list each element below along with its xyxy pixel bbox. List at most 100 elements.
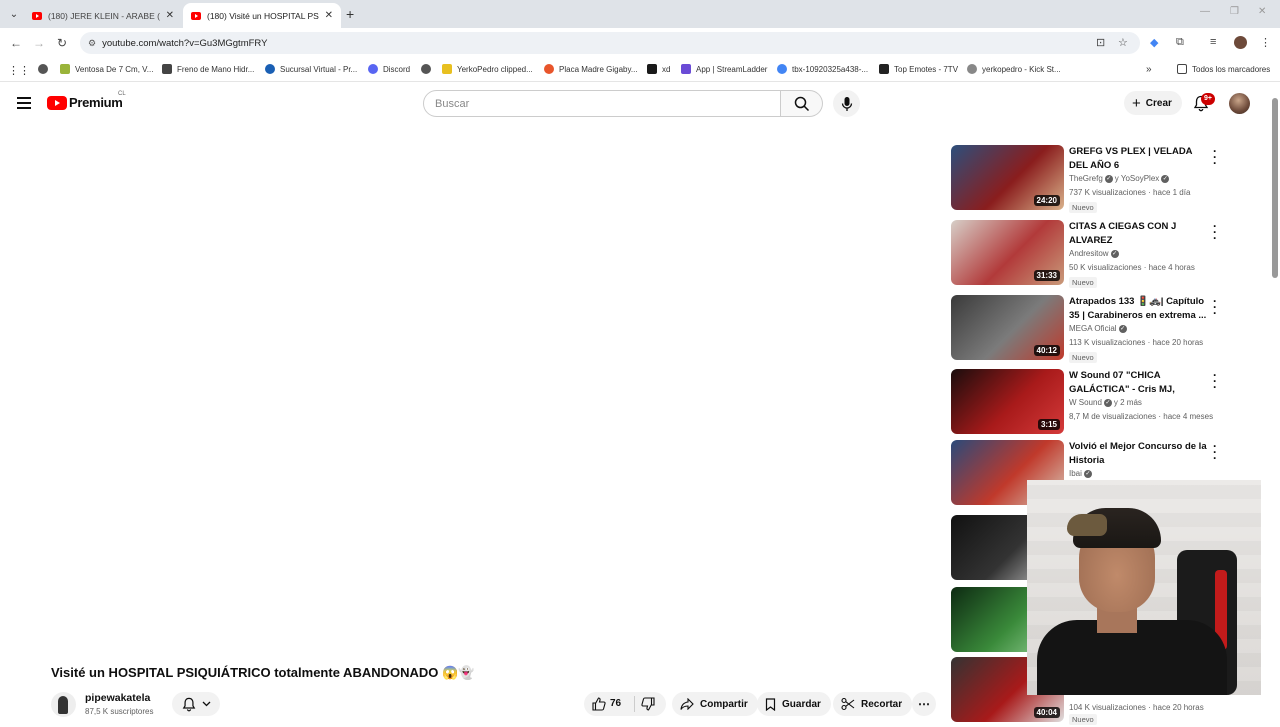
video-thumbnail[interactable]: 31:33	[951, 220, 1064, 285]
recommended-title[interactable]: Atrapados 133 🚦🚓| Capítulo 35 | Carabine…	[1069, 295, 1209, 323]
youtube-premium-logo[interactable]: Premium CL	[47, 91, 126, 110]
recommended-channel[interactable]: Andresitow ✓	[1069, 249, 1121, 258]
bookmark-item[interactable]: Ventosa De 7 Cm, V...	[60, 64, 153, 74]
recommended-title[interactable]: W Sound 07 "CHICA GALÁCTICA" - Cris MJ, …	[1069, 369, 1209, 397]
bookmark-favicon-icon	[265, 64, 275, 74]
more-options-icon[interactable]: · · ·	[1210, 145, 1220, 169]
recommended-title[interactable]: CITAS A CIEGAS CON J ALVAREZ	[1069, 220, 1209, 248]
notifications-subscription-button[interactable]	[172, 692, 220, 716]
recommended-channel[interactable]: W Sound ✓ y 2 más	[1069, 398, 1142, 407]
more-options-icon[interactable]: · · ·	[1210, 220, 1220, 244]
save-button[interactable]: Guardar	[757, 692, 831, 716]
browser-tab-1[interactable]: (180) JERE KLEIN - ARABE (VISU ✕	[24, 3, 182, 28]
restore-button[interactable]: ❐	[1230, 6, 1239, 17]
recommended-video[interactable]: 3:15 W Sound 07 "CHICA GALÁCTICA" - Cris …	[951, 369, 1251, 439]
account-avatar[interactable]	[1229, 93, 1250, 114]
all-bookmarks-folder[interactable]: Todos los marcadores	[1177, 64, 1270, 74]
bookmark-item[interactable]: yerkopedro - Kick St...	[967, 64, 1061, 74]
menu-icon[interactable]: ⋮	[1260, 36, 1271, 49]
close-window-button[interactable]: ✕	[1258, 6, 1266, 17]
browser-tab-2[interactable]: (180) Visité un HOSPITAL PSIQU ✕	[183, 3, 341, 28]
view-count-and-age: 737 K visualizaciones · hace 1 día	[1069, 188, 1191, 197]
youtube-favicon-icon	[191, 11, 201, 20]
bookmark-item[interactable]: Placa Madre Gigaby...	[544, 64, 638, 74]
video-thumbnail[interactable]: 24:20	[951, 145, 1064, 210]
recommended-channel[interactable]: TheGrefg ✓ y YoSoyPlex ✓	[1069, 174, 1171, 183]
search-button[interactable]	[781, 90, 823, 117]
more-options-icon[interactable]: · · ·	[1210, 440, 1220, 464]
bookmark-label: Placa Madre Gigaby...	[559, 64, 638, 74]
youtube-favicon-icon	[32, 11, 42, 20]
clip-button[interactable]: Recortar	[833, 692, 913, 716]
recommended-channel[interactable]: Ibai ✓	[1069, 469, 1094, 478]
more-actions-button[interactable]: ⋯	[912, 692, 936, 716]
media-icon[interactable]: ≡	[1210, 36, 1216, 48]
tab-label: (180) JERE KLEIN - ARABE (VISU	[48, 10, 160, 21]
channel-avatar[interactable]	[51, 692, 76, 717]
recommended-video[interactable]: 31:33 CITAS A CIEGAS CON J ALVAREZ · · · Andr…	[951, 220, 1251, 290]
like-thumb-icon[interactable]	[592, 697, 606, 711]
bookmark-item[interactable]: Top Emotes - 7TV	[879, 64, 958, 74]
more-options-icon[interactable]: · · ·	[1210, 295, 1220, 319]
streamer-hair-highlight	[1067, 514, 1107, 536]
webcam-overlay	[1027, 480, 1261, 695]
bookmark-item[interactable]: App | StreamLadder	[681, 64, 767, 74]
apps-icon[interactable]: ⋮⋮	[8, 64, 30, 77]
profile-avatar[interactable]	[1234, 36, 1247, 49]
close-tab-icon[interactable]: ✕	[166, 10, 174, 21]
back-icon[interactable]: ←	[10, 36, 22, 50]
menu-hamburger-icon[interactable]	[17, 97, 31, 112]
bookmark-item[interactable]: Sucursal Virtual - Pr...	[265, 64, 357, 74]
duration-badge: 40:04	[1033, 707, 1060, 718]
bookmark-star-icon[interactable]: ☆	[1118, 36, 1128, 49]
install-app-icon[interactable]: ⊡	[1096, 36, 1105, 49]
recommended-channel[interactable]: MEGA Oficial ✓	[1069, 324, 1129, 333]
view-count-and-age: 113 K visualizaciones · hace 20 horas	[1069, 338, 1204, 347]
video-thumbnail[interactable]: 40:12	[951, 295, 1064, 360]
bookmark-item[interactable]: YerkoPedro clipped...	[442, 64, 533, 74]
bookmark-item[interactable]	[38, 64, 53, 74]
bookmark-item[interactable]	[421, 64, 436, 74]
bell-icon	[182, 697, 195, 711]
site-settings-icon[interactable]: ⚙	[88, 38, 96, 49]
more-bookmarks-icon[interactable]: »	[1146, 64, 1152, 75]
search-icon	[794, 96, 809, 111]
channel-collab: y 2 más	[1113, 398, 1142, 407]
channel-name[interactable]: pipewakatela	[85, 692, 150, 704]
bookmark-item[interactable]: xd	[647, 64, 670, 74]
tab-label: (180) Visité un HOSPITAL PSIQU	[207, 10, 319, 21]
clip-label: Recortar	[861, 698, 903, 710]
recommended-video[interactable]: 40:12 Atrapados 133 🚦🚓| Capítulo 35 | Car…	[951, 295, 1251, 365]
duration-badge: 40:12	[1033, 345, 1060, 356]
tab-search-icon[interactable]: ⌄	[4, 4, 24, 24]
new-tab-button[interactable]: +	[346, 6, 354, 22]
recommended-title[interactable]: GREFG VS PLEX | VELADA DEL AÑO 6	[1069, 145, 1209, 173]
bookmark-item[interactable]: Freno de Mano Hidr...	[162, 64, 254, 74]
bookmark-item[interactable]: tbx-10920325a438-...	[777, 64, 868, 74]
search-input[interactable]	[435, 97, 780, 110]
share-button[interactable]: Compartir	[672, 692, 758, 716]
duration-badge: 3:15	[1037, 419, 1060, 430]
more-options-icon[interactable]: · · ·	[1210, 369, 1220, 393]
extensions-icon[interactable]: ⧉	[1176, 36, 1184, 49]
bookmark-item[interactable]: Discord	[368, 64, 410, 74]
reload-icon[interactable]: ↻	[57, 36, 67, 50]
subscriber-count: 87,5 K suscriptores	[85, 707, 154, 716]
logo-text: Premium	[69, 95, 123, 110]
address-bar[interactable]: ⚙ youtube.com/watch?v=Gu3MGgtmFRY	[80, 32, 1140, 54]
page-scrollbar[interactable]	[1270, 88, 1280, 720]
minimize-button[interactable]: —	[1200, 6, 1210, 17]
scrollbar-thumb[interactable]	[1272, 98, 1278, 278]
video-thumbnail[interactable]: 3:15	[951, 369, 1064, 434]
verified-icon: ✓	[1104, 174, 1113, 183]
channel-collab: y YoSoyPlex	[1114, 174, 1160, 183]
recommended-video[interactable]: 24:20 GREFG VS PLEX | VELADA DEL AÑO 6 · · ·…	[951, 145, 1251, 215]
create-button[interactable]: + Crear	[1124, 91, 1182, 115]
close-tab-icon[interactable]: ✕	[325, 10, 333, 21]
search-box[interactable]	[423, 90, 781, 117]
forward-icon[interactable]: →	[33, 36, 45, 50]
dislike-thumb-icon[interactable]	[641, 697, 655, 711]
recommended-title[interactable]: Volvió el Mejor Concurso de la Historia	[1069, 440, 1209, 468]
voice-search-button[interactable]	[833, 90, 860, 117]
translate-icon[interactable]: ◆	[1150, 36, 1158, 49]
